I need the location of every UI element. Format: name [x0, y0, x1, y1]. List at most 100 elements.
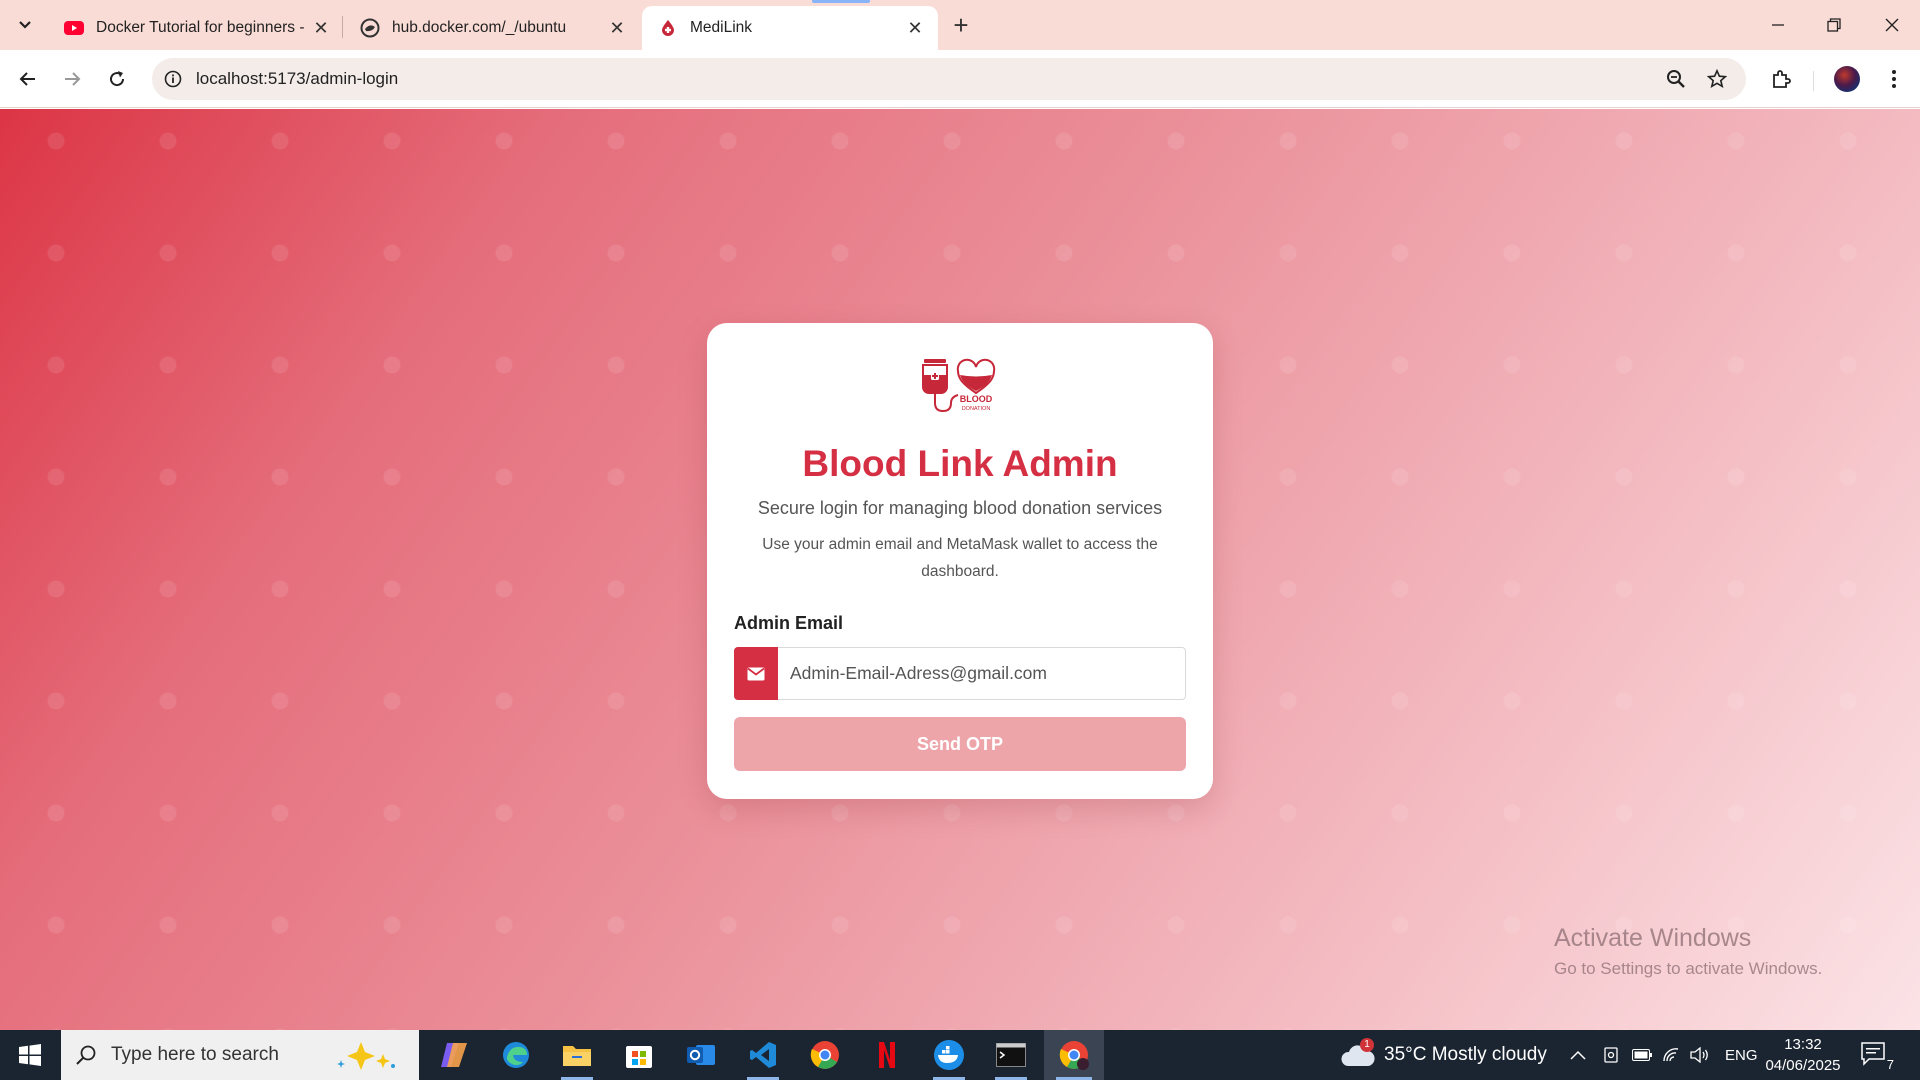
- watermark-subtitle: Go to Settings to activate Windows.: [1554, 959, 1823, 978]
- profile-button[interactable]: [1831, 63, 1863, 95]
- reload-button[interactable]: [101, 63, 133, 95]
- windows-logo-icon: [19, 1044, 41, 1066]
- start-button[interactable]: [0, 1030, 60, 1080]
- weather-badge: 1: [1360, 1038, 1374, 1052]
- watermark-title: Activate Windows: [1554, 924, 1752, 952]
- taskbar-chrome-active[interactable]: [1044, 1030, 1104, 1080]
- email-input-group: [734, 647, 1186, 700]
- taskbar-edge[interactable]: [488, 1030, 544, 1080]
- copilot-icon: [441, 1043, 467, 1067]
- speaker-icon: [1690, 1047, 1708, 1063]
- page-subtitle: Secure login for managing blood donation…: [757, 498, 1163, 518]
- store-icon: [626, 1046, 652, 1068]
- puzzle-icon: [1773, 70, 1791, 88]
- wifi-icon: [1663, 1048, 1679, 1062]
- medilink-icon: [658, 18, 678, 38]
- browser-menu-button[interactable]: [1878, 63, 1910, 95]
- browser-tab-strip: Docker Tutorial for beginners - ✕ hub.do…: [0, 0, 1920, 50]
- battery-icon: [1632, 1049, 1652, 1061]
- weather-text: 35°C Mostly cloudy: [1384, 1044, 1547, 1065]
- close-icon: [1885, 18, 1899, 32]
- minimize-icon: [1772, 24, 1784, 26]
- close-icon[interactable]: ✕: [606, 17, 628, 39]
- back-button[interactable]: [12, 63, 44, 95]
- docker-hub-icon: [360, 18, 380, 38]
- system-clock[interactable]: 13:32 04/06/2025: [1760, 1034, 1846, 1076]
- arrow-right-icon: [65, 72, 81, 86]
- activate-windows-watermark: Activate Windows Go to Settings to activ…: [1554, 924, 1822, 979]
- send-otp-button[interactable]: Send OTP: [734, 717, 1186, 771]
- taskbar-copilot[interactable]: [426, 1030, 482, 1080]
- netflix-icon: [879, 1042, 895, 1068]
- cloud-icon: 1: [1340, 1038, 1376, 1070]
- tab-docker-hub[interactable]: hub.docker.com/_/ubuntu ✕: [344, 6, 640, 50]
- tray-battery[interactable]: [1632, 1030, 1652, 1080]
- chevron-up-icon: [1570, 1050, 1586, 1060]
- extensions-button[interactable]: [1766, 63, 1798, 95]
- taskbar-store[interactable]: [611, 1030, 667, 1080]
- close-window-button[interactable]: [1864, 0, 1920, 50]
- chrome-icon: [810, 1041, 839, 1069]
- minimize-button[interactable]: [1750, 0, 1806, 50]
- notification-center-button[interactable]: 7: [1860, 1040, 1900, 1072]
- close-icon[interactable]: ✕: [310, 17, 332, 39]
- docker-icon: [934, 1040, 964, 1070]
- login-instructions: Use your admin email and MetaMask wallet…: [762, 536, 1158, 580]
- clock-date: 04/06/2025: [1765, 1057, 1841, 1074]
- taskbar-docker[interactable]: [921, 1030, 977, 1080]
- forward-button[interactable]: [56, 63, 88, 95]
- sparkle-icon: [327, 1040, 407, 1077]
- taskbar-terminal[interactable]: [983, 1030, 1039, 1080]
- tray-overflow-button[interactable]: [1570, 1030, 1586, 1080]
- taskbar-netflix[interactable]: [859, 1030, 915, 1080]
- page-background: BLOOD DONATION Blood Link Admin Secure l…: [0, 109, 1920, 1030]
- envelope-icon: [734, 647, 778, 700]
- chrome-icon: [1059, 1041, 1089, 1070]
- taskbar-outlook[interactable]: [673, 1030, 729, 1080]
- bookmark-star-icon[interactable]: [1705, 67, 1729, 91]
- plus-icon: +: [953, 9, 969, 40]
- url-text[interactable]: localhost:5173/admin-login: [196, 69, 398, 89]
- reload-icon: [110, 71, 125, 87]
- taskbar-file-explorer[interactable]: [549, 1030, 605, 1080]
- close-icon[interactable]: ✕: [904, 17, 926, 39]
- logo-text-blood: BLOOD: [960, 394, 993, 404]
- search-icon: [61, 1044, 111, 1066]
- tab-docker-tutorial[interactable]: Docker Tutorial for beginners - ✕: [48, 6, 344, 50]
- email-field[interactable]: [778, 647, 1186, 700]
- terminal-icon: [996, 1043, 1026, 1067]
- clock-time: 13:32: [1784, 1036, 1822, 1053]
- vscode-icon: [750, 1042, 776, 1068]
- tray-network[interactable]: [1662, 1030, 1680, 1080]
- toolbar-divider: [1813, 71, 1814, 91]
- taskbar-chrome[interactable]: [797, 1030, 853, 1080]
- new-tab-button[interactable]: +: [946, 10, 976, 40]
- tab-medilink[interactable]: MediLink ✕: [642, 6, 938, 50]
- youtube-icon: [64, 18, 84, 38]
- active-tab-indicator: [812, 0, 870, 3]
- avatar: [1834, 66, 1860, 92]
- weather-widget[interactable]: 1 35°C Mostly cloudy: [1340, 1030, 1547, 1080]
- outlook-icon: [687, 1045, 715, 1065]
- tab-title: MediLink: [690, 19, 753, 36]
- address-bar[interactable]: localhost:5173/admin-login: [152, 58, 1746, 100]
- folder-icon: [563, 1046, 591, 1066]
- more-vert-icon: [1892, 70, 1896, 88]
- device-icon: [1604, 1047, 1618, 1063]
- arrow-left-icon: [19, 72, 35, 86]
- site-info-icon[interactable]: [152, 70, 194, 88]
- taskbar-search[interactable]: Type here to search: [61, 1030, 419, 1080]
- zoom-icon[interactable]: [1664, 67, 1688, 91]
- email-label: Admin Email: [734, 613, 844, 633]
- taskbar-vscode[interactable]: [735, 1030, 791, 1080]
- language-indicator[interactable]: ENG: [1725, 1030, 1758, 1080]
- browser-toolbar: localhost:5173/admin-login: [0, 50, 1920, 108]
- restore-button[interactable]: [1806, 0, 1862, 50]
- logo-text-donation: DONATION: [962, 406, 991, 412]
- tab-search-button[interactable]: [10, 10, 40, 40]
- chevron-down-icon: [19, 21, 31, 29]
- search-placeholder: Type here to search: [111, 1044, 279, 1065]
- tray-volume[interactable]: [1690, 1030, 1710, 1080]
- tray-meet-now[interactable]: [1602, 1030, 1620, 1080]
- tab-title: hub.docker.com/_/ubuntu: [392, 19, 567, 36]
